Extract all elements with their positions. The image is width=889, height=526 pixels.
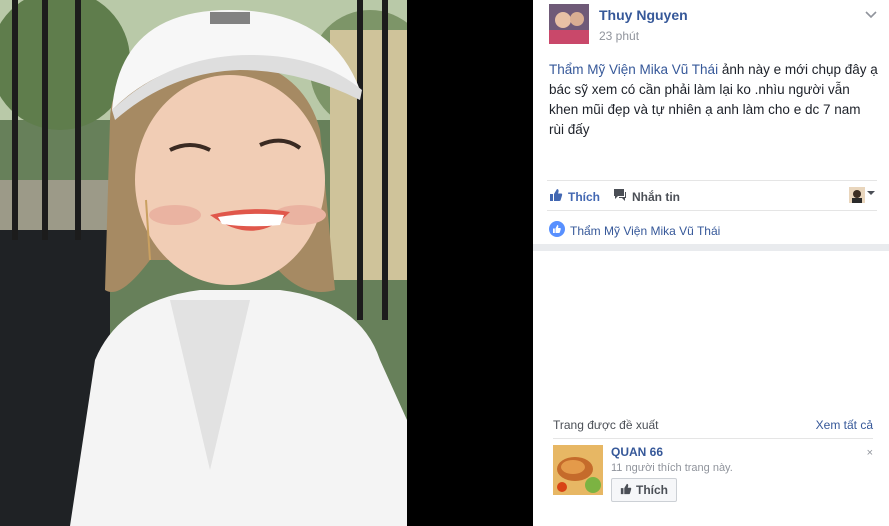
chevron-down-icon xyxy=(865,186,877,204)
post-action-bar: Thích Nhắn tin xyxy=(547,180,877,211)
post-panel: Thuy Nguyen 23 phút Thẩm Mỹ Viện Mika Vũ… xyxy=(533,0,889,526)
like-badge-icon xyxy=(549,221,570,240)
like-label: Thích xyxy=(568,189,600,204)
post-timestamp[interactable]: 23 phút xyxy=(599,29,639,43)
suggested-pages: Trang được đề xuất Xem tất cả QUAN 66 11… xyxy=(553,418,873,507)
current-user-avatar xyxy=(849,187,865,203)
suggested-page-name[interactable]: QUAN 66 xyxy=(611,445,663,459)
suggested-page-likes: 11 người thích trang này. xyxy=(611,462,733,474)
suggested-pages-title: Trang được đề xuất xyxy=(553,418,659,432)
section-divider xyxy=(533,244,889,251)
photo-stage xyxy=(0,0,533,526)
chat-bubble-icon xyxy=(613,188,632,205)
post-photo[interactable] xyxy=(0,0,407,526)
author-avatar[interactable] xyxy=(549,4,589,44)
suggested-pages-header: Trang được đề xuất Xem tất cả xyxy=(553,418,873,439)
page-thumbnail[interactable] xyxy=(553,445,603,495)
likes-summary[interactable]: Thẩm Mỹ Viện Mika Vũ Thái xyxy=(549,221,720,240)
page-like-label: Thích xyxy=(636,483,668,497)
post-header: Thuy Nguyen 23 phút xyxy=(549,4,879,46)
message-label: Nhắn tin xyxy=(632,189,680,204)
page-like-button[interactable]: Thích xyxy=(611,478,677,502)
author-name[interactable]: Thuy Nguyen xyxy=(599,7,688,23)
photo-viewer: Thuy Nguyen 23 phút Thẩm Mỹ Viện Mika Vũ… xyxy=(0,0,889,526)
thumbs-up-icon xyxy=(620,483,636,498)
chevron-down-icon[interactable] xyxy=(863,6,879,22)
close-icon[interactable]: × xyxy=(867,447,873,459)
suggested-page-card: QUAN 66 11 người thích trang này. Thích … xyxy=(553,445,873,507)
like-button[interactable]: Thích xyxy=(549,188,600,205)
see-all-link[interactable]: Xem tất cả xyxy=(816,418,873,432)
post-message: Thẩm Mỹ Viện Mika Vũ Thái ảnh này e mới … xyxy=(549,60,879,140)
message-button[interactable]: Nhắn tin xyxy=(613,188,680,205)
post-mention-link[interactable]: Thẩm Mỹ Viện Mika Vũ Thái xyxy=(549,62,718,77)
liker-name[interactable]: Thẩm Mỹ Viện Mika Vũ Thái xyxy=(570,224,720,238)
post-as-selector[interactable] xyxy=(849,186,877,204)
thumbs-up-icon xyxy=(549,188,568,205)
